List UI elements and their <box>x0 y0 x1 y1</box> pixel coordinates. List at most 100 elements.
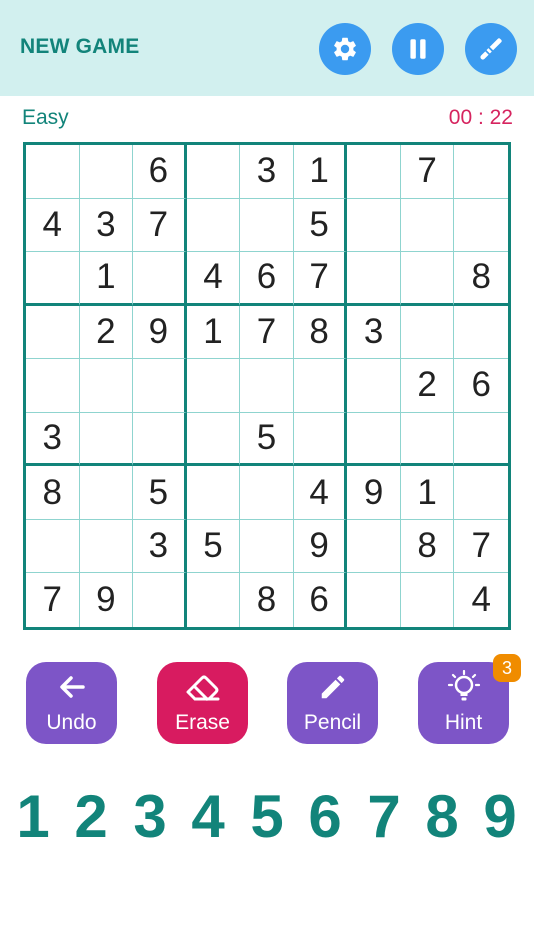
sudoku-cell[interactable] <box>187 573 241 627</box>
sudoku-cell[interactable]: 8 <box>240 573 294 627</box>
sudoku-cell[interactable] <box>79 359 134 413</box>
sudoku-cell[interactable] <box>79 466 134 520</box>
lightbulb-icon <box>445 670 483 702</box>
sudoku-cell[interactable]: 4 <box>26 198 80 253</box>
sudoku-cell[interactable] <box>293 412 348 467</box>
sudoku-cell[interactable] <box>347 519 401 574</box>
sudoku-cell[interactable] <box>347 359 401 413</box>
sudoku-cell[interactable]: 4 <box>454 573 508 627</box>
sudoku-cell[interactable]: 7 <box>26 573 80 627</box>
sudoku-cell[interactable]: 5 <box>240 412 294 467</box>
sudoku-cell[interactable] <box>186 359 241 413</box>
sudoku-cell[interactable]: 8 <box>400 519 455 574</box>
settings-button[interactable] <box>319 23 371 75</box>
sudoku-cell[interactable] <box>26 252 80 306</box>
sudoku-cell[interactable] <box>347 573 401 627</box>
sudoku-cell[interactable]: 6 <box>294 573 348 627</box>
sudoku-cell[interactable] <box>400 198 455 253</box>
sudoku-cell[interactable]: 4 <box>186 252 241 306</box>
sudoku-cell[interactable]: 7 <box>400 145 455 199</box>
sudoku-cell[interactable] <box>347 145 401 199</box>
pause-button[interactable] <box>392 23 444 75</box>
sudoku-cell[interactable]: 8 <box>293 305 348 360</box>
sudoku-cell[interactable] <box>454 306 508 360</box>
sudoku-cell[interactable] <box>186 145 241 199</box>
sudoku-cell[interactable] <box>454 145 508 199</box>
sudoku-cell[interactable]: 3 <box>240 145 294 199</box>
sudoku-cell[interactable]: 1 <box>79 252 134 306</box>
sudoku-cell[interactable] <box>79 412 134 467</box>
sudoku-cell[interactable]: 5 <box>133 466 187 520</box>
sudoku-cell[interactable] <box>240 198 294 253</box>
sudoku-cell[interactable]: 3 <box>347 305 401 360</box>
sudoku-cell[interactable] <box>400 305 455 360</box>
sudoku-cell[interactable] <box>133 252 187 306</box>
sudoku-cell[interactable] <box>454 413 508 467</box>
sudoku-cell[interactable]: 9 <box>347 466 401 520</box>
sudoku-cell[interactable]: 3 <box>26 412 80 467</box>
sudoku-cell[interactable]: 9 <box>293 519 348 574</box>
sudoku-cell[interactable]: 1 <box>186 305 241 360</box>
theme-button[interactable] <box>465 23 517 75</box>
sudoku-cell[interactable] <box>454 466 508 520</box>
sudoku-cell[interactable] <box>133 573 187 627</box>
sudoku-cell[interactable]: 1 <box>400 466 455 520</box>
number-key-1[interactable]: 1 <box>4 782 62 852</box>
sudoku-cell[interactable] <box>293 359 348 413</box>
sudoku-cell[interactable]: 6 <box>240 252 294 306</box>
sudoku-cell[interactable] <box>240 359 294 413</box>
sudoku-cell[interactable] <box>186 198 241 253</box>
sudoku-cell[interactable]: 3 <box>79 198 134 253</box>
number-key-3[interactable]: 3 <box>121 782 179 852</box>
sudoku-cell[interactable] <box>347 198 401 253</box>
sudoku-cell[interactable] <box>26 305 80 360</box>
sudoku-cell[interactable] <box>133 412 187 467</box>
sudoku-cell[interactable] <box>186 412 241 467</box>
number-key-5[interactable]: 5 <box>238 782 296 852</box>
sudoku-cell[interactable] <box>79 519 134 574</box>
number-key-7[interactable]: 7 <box>355 782 413 852</box>
sudoku-cell[interactable] <box>26 359 80 413</box>
number-key-2[interactable]: 2 <box>62 782 120 852</box>
sudoku-cell[interactable]: 2 <box>79 305 134 360</box>
sudoku-cell[interactable] <box>401 573 455 627</box>
sudoku-cell[interactable] <box>240 466 294 520</box>
hint-button[interactable]: Hint 3 <box>418 654 521 744</box>
sudoku-cell[interactable]: 3 <box>133 519 187 574</box>
sudoku-cell[interactable] <box>79 145 134 199</box>
sudoku-cell[interactable]: 7 <box>240 305 294 360</box>
sudoku-cell[interactable] <box>347 252 401 306</box>
sudoku-cell[interactable]: 4 <box>293 466 348 520</box>
sudoku-cell[interactable] <box>400 252 455 306</box>
sudoku-cell[interactable]: 1 <box>293 145 348 199</box>
pencil-button[interactable]: Pencil <box>287 662 378 744</box>
sudoku-cell[interactable]: 5 <box>186 519 241 574</box>
difficulty-label: Easy <box>22 106 69 129</box>
sudoku-cell[interactable]: 9 <box>80 573 134 627</box>
erase-button[interactable]: Erase <box>157 662 248 744</box>
sudoku-cell[interactable] <box>400 412 455 467</box>
number-key-4[interactable]: 4 <box>179 782 237 852</box>
sudoku-cell[interactable]: 7 <box>133 198 187 253</box>
sudoku-cell[interactable] <box>454 199 508 253</box>
sudoku-cell[interactable]: 5 <box>293 198 348 253</box>
undo-button[interactable]: Undo <box>26 662 117 744</box>
sudoku-cell[interactable]: 8 <box>454 252 508 306</box>
sudoku-cell[interactable] <box>347 412 401 467</box>
sudoku-cell[interactable] <box>240 519 294 574</box>
sudoku-cell[interactable] <box>26 519 80 574</box>
sudoku-cell[interactable] <box>133 359 187 413</box>
number-key-9[interactable]: 9 <box>471 782 529 852</box>
sudoku-cell[interactable]: 9 <box>133 305 187 360</box>
sudoku-cell[interactable]: 6 <box>454 359 508 413</box>
number-key-8[interactable]: 8 <box>413 782 471 852</box>
sudoku-cell[interactable]: 7 <box>454 520 508 574</box>
sudoku-cell[interactable]: 7 <box>293 252 348 306</box>
sudoku-cell[interactable]: 8 <box>26 466 80 520</box>
sudoku-cell[interactable] <box>186 466 241 520</box>
number-key-6[interactable]: 6 <box>296 782 354 852</box>
new-game-button[interactable]: NEW GAME <box>20 35 139 59</box>
sudoku-cell[interactable]: 6 <box>133 145 187 199</box>
sudoku-cell[interactable] <box>26 145 80 199</box>
sudoku-cell[interactable]: 2 <box>400 359 455 413</box>
